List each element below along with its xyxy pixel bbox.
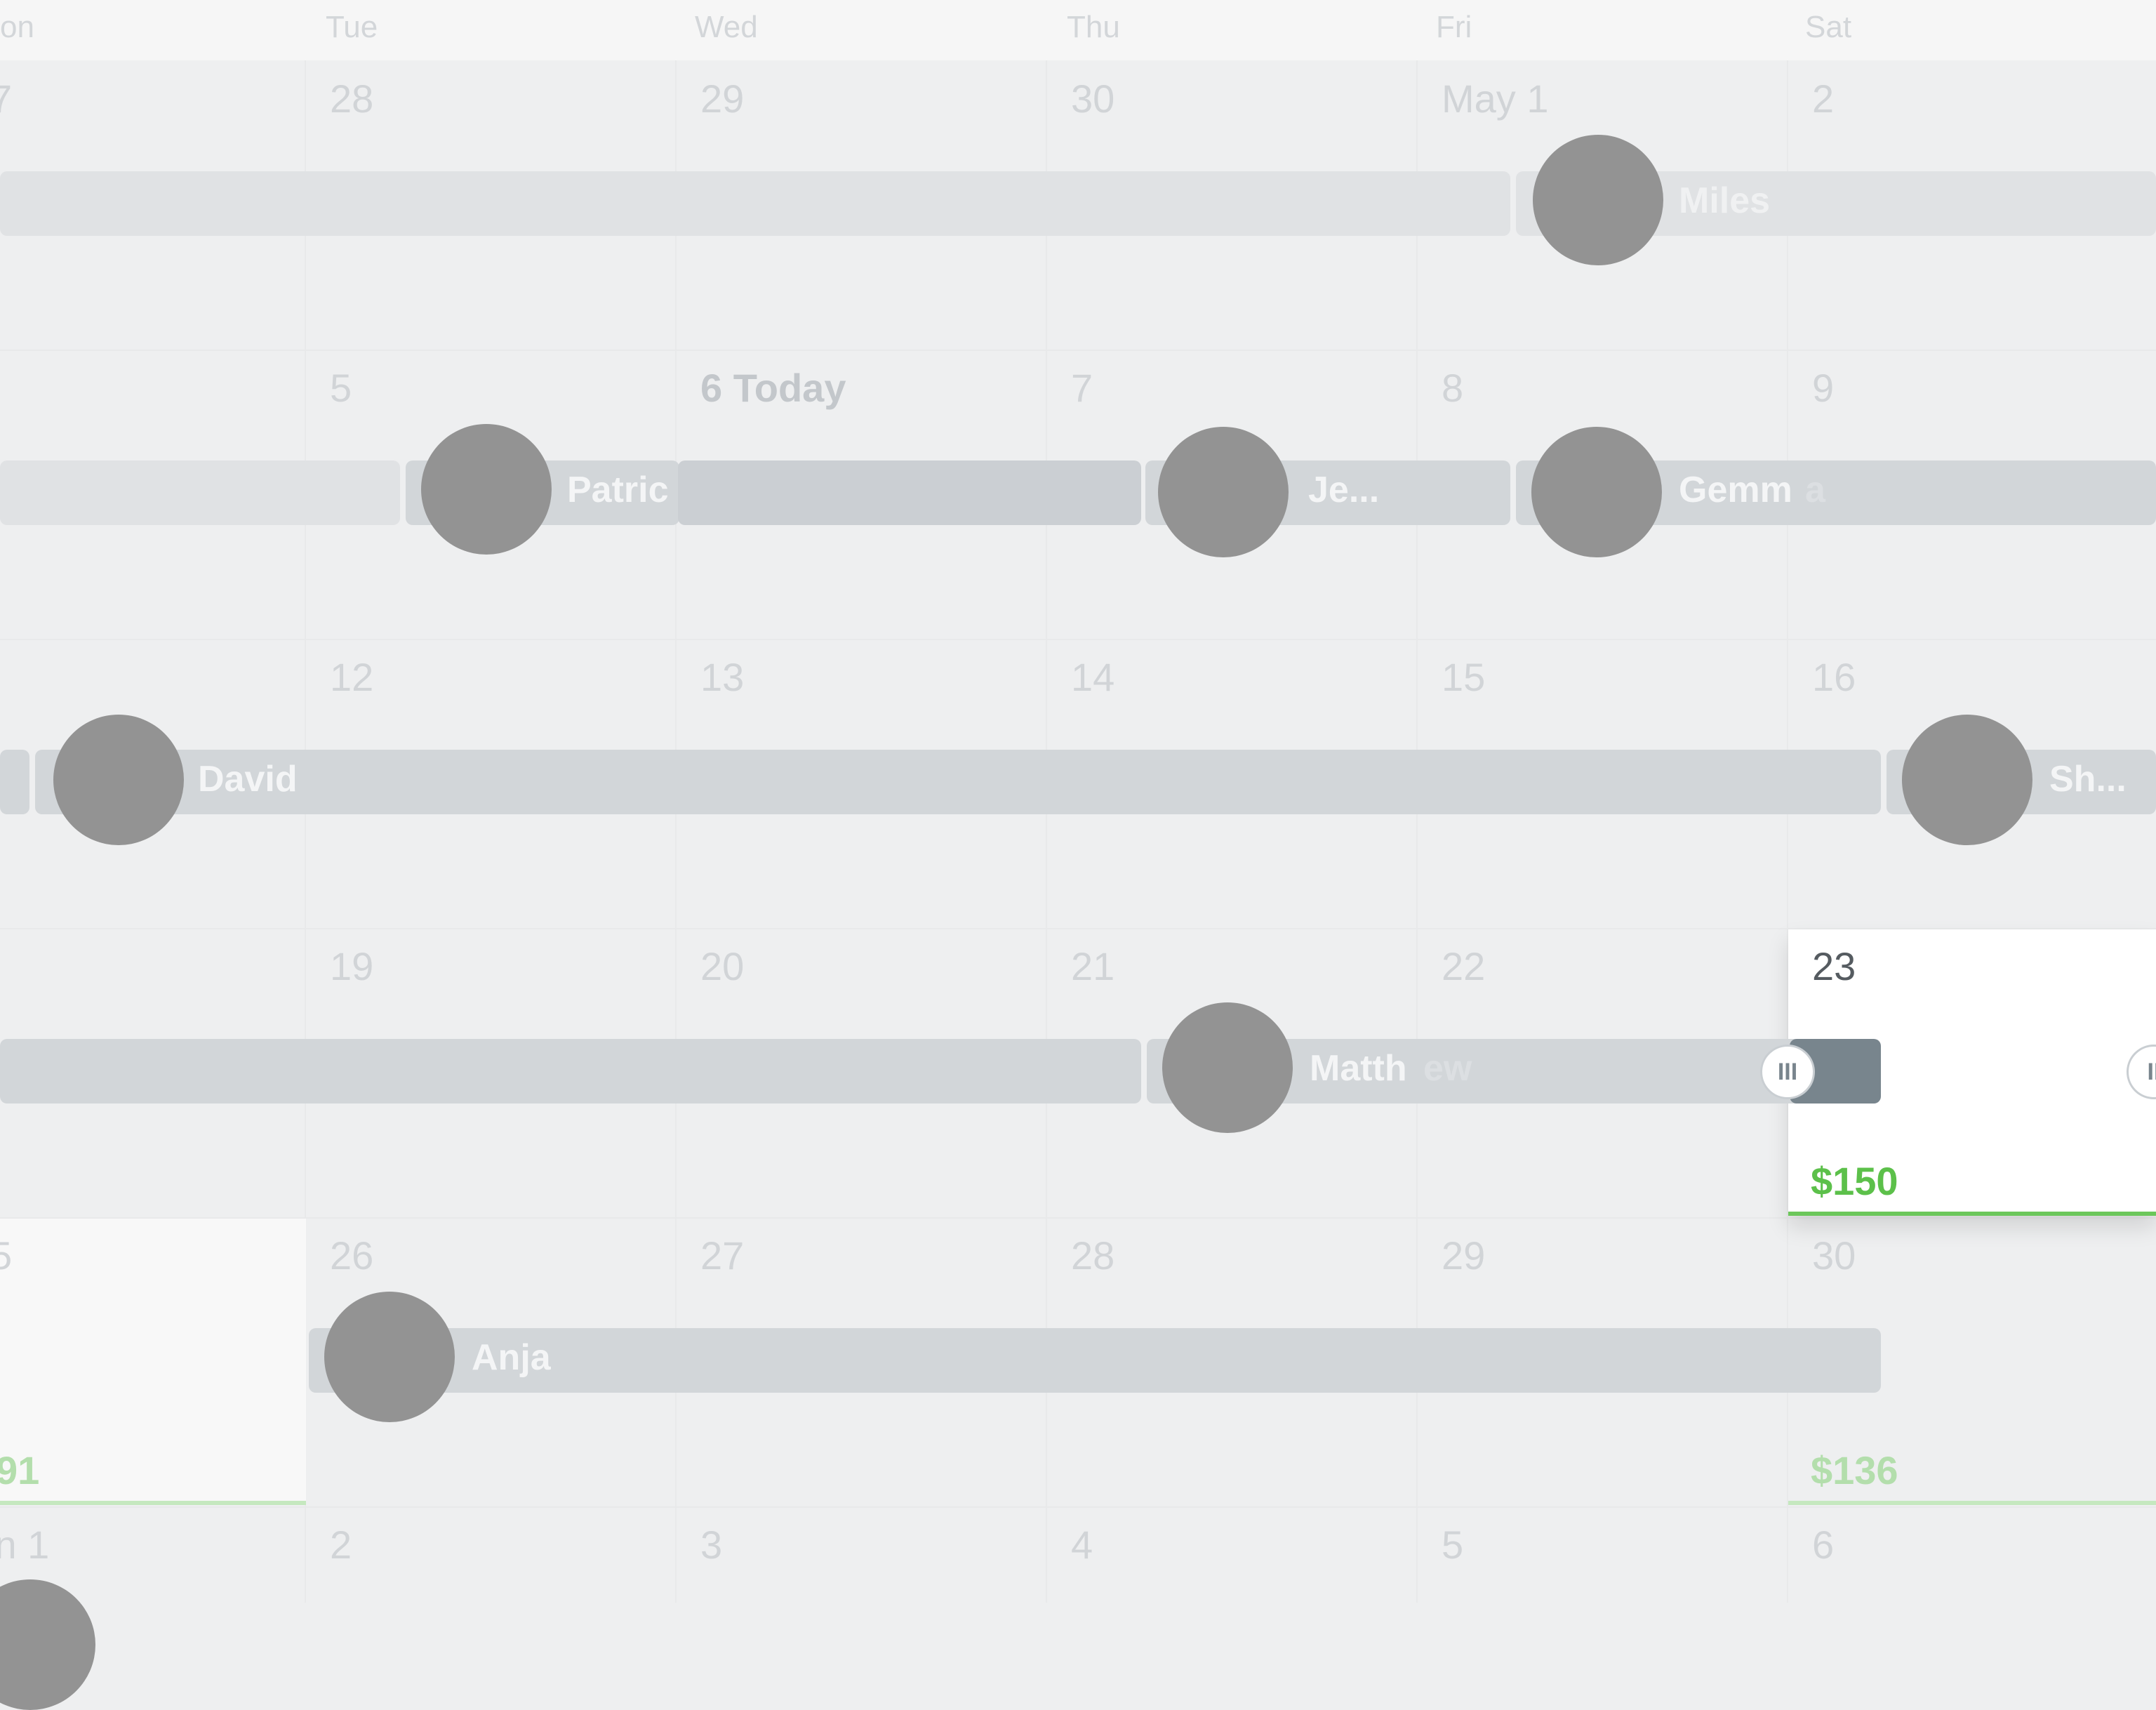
guest-name-matth-overflow: ew — [1423, 1048, 1472, 1089]
date-may-12: 12 — [330, 655, 374, 699]
weekday-mon: on — [0, 10, 34, 44]
date-may-26: 26 — [330, 1233, 374, 1278]
date-may-8: 8 — [1442, 366, 1464, 410]
guest-name-patric: Patric — [567, 470, 669, 510]
weekday-sat: Sat — [1805, 10, 1852, 44]
guest-avatar[interactable] — [324, 1292, 455, 1422]
guest-avatar[interactable] — [1533, 135, 1663, 265]
date-may-28: 28 — [1071, 1233, 1115, 1278]
guest-avatar[interactable] — [1162, 1002, 1293, 1133]
date-may-29: 29 — [1442, 1233, 1486, 1278]
reservation-bar-patric-continued[interactable] — [678, 460, 1141, 525]
date-may-1: May 1 — [1442, 77, 1549, 121]
guest-avatar[interactable] — [421, 424, 552, 555]
reservation-bar[interactable] — [0, 750, 29, 814]
guest-name-sh: Sh... — [2049, 759, 2127, 800]
weekday-header: on Tue Wed Thu Fri Sat — [0, 0, 2156, 60]
date-may-15: 15 — [1442, 655, 1486, 699]
guest-name-matth: Matth — [1310, 1048, 1407, 1089]
date-may-23: 23 — [1812, 944, 1856, 988]
weekday-tue: Tue — [326, 10, 378, 44]
reservation-bar[interactable] — [0, 460, 400, 525]
price-underline — [0, 1501, 306, 1505]
reservation-bar[interactable] — [0, 1039, 1141, 1103]
date-may-2: 2 — [1812, 77, 1835, 121]
price-underline — [1788, 1212, 2156, 1216]
grid-line — [0, 1217, 2156, 1219]
grid-line — [0, 350, 2156, 351]
date-may-13: 13 — [700, 655, 745, 699]
guest-name-anja: Anja — [472, 1337, 551, 1378]
weekday-wed: Wed — [695, 10, 758, 44]
date-may-20: 20 — [700, 944, 745, 988]
date-apr-28: 28 — [330, 77, 374, 121]
date-jun-6: 6 — [1812, 1523, 1835, 1567]
guest-name-je: Je... — [1308, 470, 1380, 510]
date-apr-30: 30 — [1071, 77, 1115, 121]
guest-avatar[interactable] — [0, 1579, 95, 1710]
date-may-21: 21 — [1071, 944, 1115, 988]
guest-avatar[interactable] — [1158, 427, 1289, 557]
range-start-drag-handle[interactable]: III — [1760, 1045, 1815, 1099]
date-may-6-today: 6 Today — [700, 366, 846, 410]
calendar-month-view: { "weekdays": ["on", "Tue", "Wed", "Thu"… — [0, 0, 2156, 1710]
date-jun-4: 4 — [1071, 1523, 1093, 1567]
grid-line — [0, 1506, 2156, 1508]
weekday-thu: Thu — [1067, 10, 1120, 44]
weekday-fri: Fri — [1436, 10, 1472, 44]
date-jun-2: 2 — [330, 1523, 352, 1567]
date-may-27: 27 — [700, 1233, 745, 1278]
guest-name-miles: Miles — [1679, 180, 1771, 221]
date-apr-27: 7 — [0, 77, 13, 121]
date-may-22: 22 — [1442, 944, 1486, 988]
guest-avatar[interactable] — [1531, 427, 1662, 557]
date-may-16: 16 — [1812, 655, 1856, 699]
date-may-7: 7 — [1071, 366, 1093, 410]
date-may-19: 19 — [330, 944, 374, 988]
day-cell-may-25[interactable] — [0, 1219, 306, 1505]
grid-line — [0, 639, 2156, 640]
date-may-9: 9 — [1812, 366, 1835, 410]
reservation-bar-david[interactable] — [35, 750, 1881, 814]
price-may-23: $150 — [1811, 1159, 1898, 1203]
date-jun-1: in 1 — [0, 1523, 50, 1567]
date-may-30: 30 — [1812, 1233, 1856, 1278]
price-may-30: $136 — [1811, 1448, 1898, 1492]
guest-avatar[interactable] — [53, 715, 184, 845]
reservation-bar[interactable] — [0, 171, 1510, 236]
guest-name-gemm-overflow: a — [1805, 470, 1825, 510]
date-may-25: 5 — [0, 1233, 13, 1278]
price-may-25: 91 — [0, 1448, 40, 1492]
guest-avatar[interactable] — [1902, 715, 2032, 845]
guest-name-david: David — [198, 759, 298, 800]
date-may-14: 14 — [1071, 655, 1115, 699]
date-may-5: 5 — [330, 366, 352, 410]
price-underline — [1788, 1501, 2156, 1505]
date-apr-29: 29 — [700, 77, 745, 121]
guest-name-gemm: Gemm — [1679, 470, 1792, 510]
date-jun-5: 5 — [1442, 1523, 1464, 1567]
date-jun-3: 3 — [700, 1523, 723, 1567]
